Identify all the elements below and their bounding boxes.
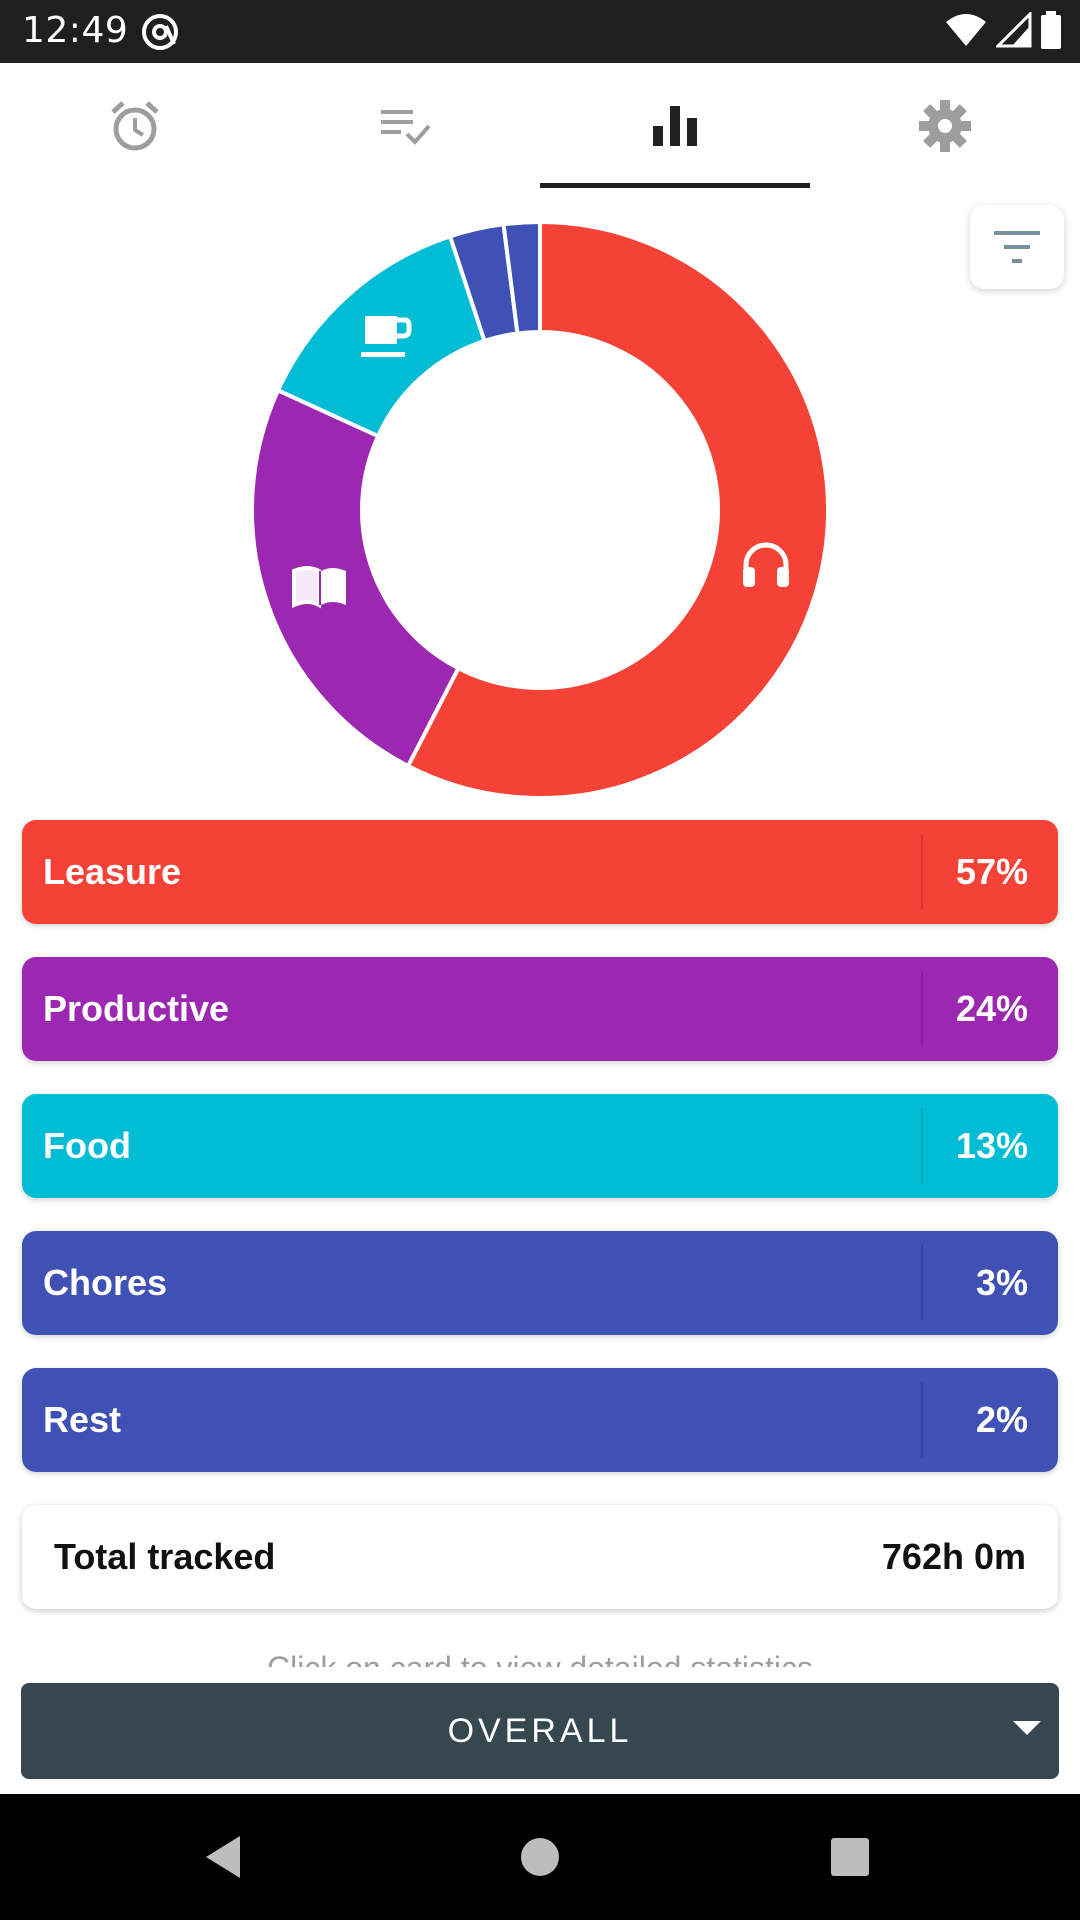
cellular-signal-icon	[994, 9, 1032, 53]
tab-timer[interactable]	[0, 63, 270, 189]
category-card-leasure[interactable]: Leasure 57%	[22, 820, 1058, 924]
category-card-chores[interactable]: Chores 3%	[22, 1231, 1058, 1335]
tab-records[interactable]	[270, 63, 540, 189]
status-bar: 12:49	[0, 0, 1080, 63]
active-tab-indicator	[540, 183, 810, 188]
card-divider	[921, 834, 923, 910]
wifi-icon	[944, 12, 988, 53]
range-selector[interactable]: OVERALL	[21, 1683, 1059, 1779]
coffee-cup-icon	[350, 301, 420, 371]
tab-settings[interactable]	[810, 63, 1080, 189]
category-percent: 24%	[955, 988, 1028, 1029]
category-label: Productive	[43, 988, 230, 1029]
total-tracked-card: Total tracked 762h 0m	[22, 1505, 1058, 1609]
category-card-rest[interactable]: Rest 2%	[22, 1368, 1058, 1472]
at-notification-icon	[140, 12, 180, 52]
filter-icon	[994, 231, 1040, 263]
home-icon[interactable]	[510, 1827, 570, 1887]
playlist-check-icon	[381, 110, 431, 145]
category-percent: 13%	[955, 1125, 1028, 1166]
hint-text: Click on card to view detailed statistic…	[0, 1650, 1080, 1667]
category-percent: 57%	[955, 851, 1028, 892]
bar-chart-icon	[653, 106, 697, 146]
tab-bar	[0, 63, 1080, 189]
donut-slice-productive[interactable]	[250, 387, 462, 769]
book-icon	[285, 551, 355, 621]
card-divider	[921, 1108, 923, 1184]
hint-clip: Click on card to view detailed statistic…	[0, 1645, 1080, 1667]
headphones-icon	[731, 530, 801, 600]
status-icons	[944, 9, 1062, 54]
recents-icon[interactable]	[820, 1827, 880, 1887]
donut-chart-svg	[250, 219, 830, 800]
card-divider	[921, 1245, 923, 1321]
total-label: Total tracked	[54, 1536, 276, 1577]
category-label: Food	[43, 1125, 131, 1166]
category-percent: 2%	[975, 1399, 1028, 1440]
card-divider	[921, 1382, 923, 1458]
dropdown-arrow-icon	[1013, 1721, 1041, 1735]
app-screen: 12:49 Leasure 57% Productive 24% Food 13…	[0, 0, 1080, 1920]
category-label: Leasure	[43, 851, 182, 892]
category-card-food[interactable]: Food 13%	[22, 1094, 1058, 1198]
gear-icon	[919, 100, 971, 152]
status-time: 12:49	[22, 10, 129, 51]
category-label: Chores	[43, 1262, 168, 1303]
category-card-productive[interactable]: Productive 24%	[22, 957, 1058, 1061]
battery-icon	[1040, 10, 1062, 54]
back-icon[interactable]	[195, 1827, 255, 1887]
category-label: Rest	[43, 1399, 122, 1440]
alarm-clock-icon	[111, 101, 159, 151]
range-selector-value: OVERALL	[447, 1711, 633, 1750]
system-nav-bar	[0, 1794, 1080, 1920]
card-divider	[921, 971, 923, 1047]
category-percent: 3%	[975, 1262, 1028, 1303]
total-value: 762h 0m	[881, 1536, 1026, 1577]
donut-chart	[230, 200, 850, 820]
filter-button[interactable]	[970, 205, 1064, 289]
tab-statistics[interactable]	[540, 63, 810, 189]
